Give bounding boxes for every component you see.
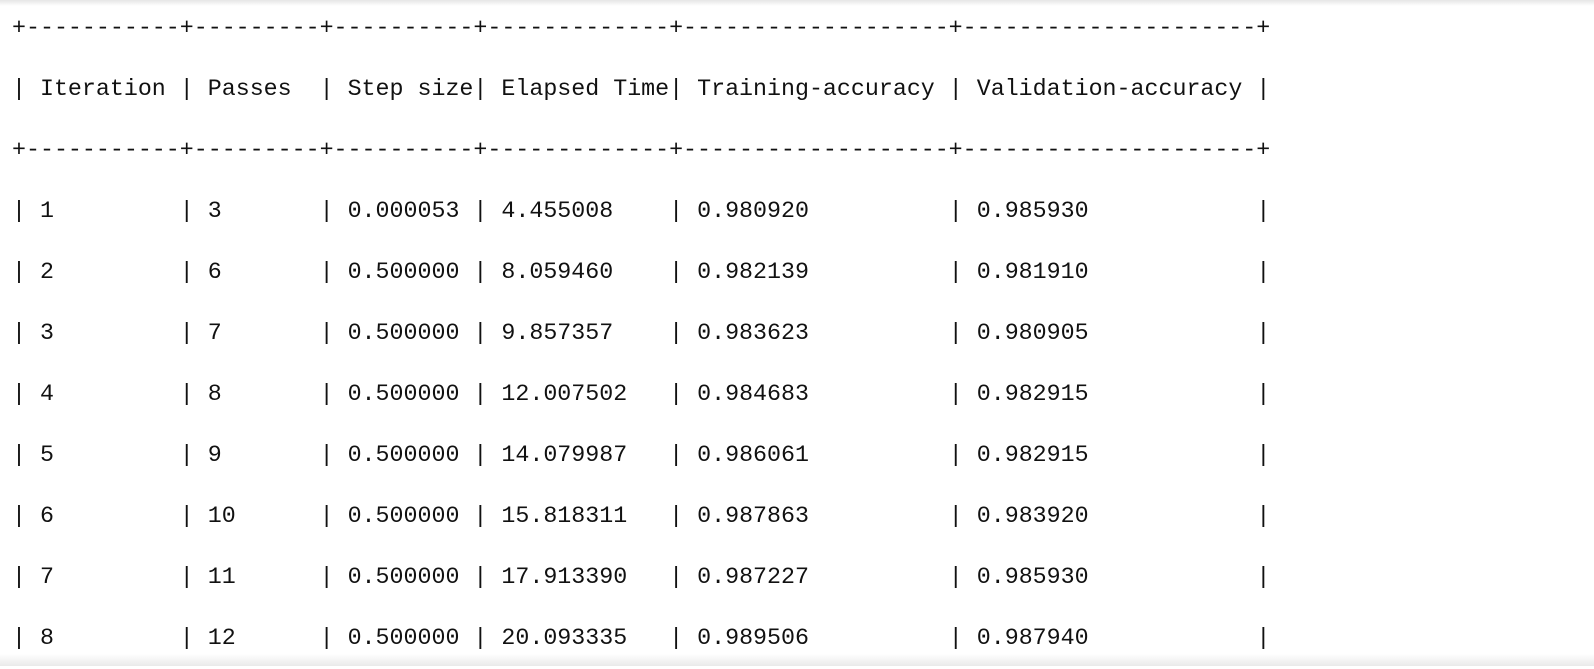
table-header-row-cell: Passes [207,76,292,102]
table-row-cell: 12 [207,625,236,651]
table-row: | 1 | 3 | 0.000053 | 4.455008 | 0.980920… [12,198,1271,224]
table-header-row-cell: Validation-accuracy [976,76,1243,102]
table-row: | 3 | 7 | 0.500000 | 9.857357 | 0.983623… [12,320,1271,346]
table-row-cell: 8 [207,381,222,407]
table-row: | 5 | 9 | 0.500000 | 14.079987 | 0.98606… [12,442,1271,468]
training-progress-table: +-----------+---------+----------+------… [12,0,1270,669]
table-row-cell: 6 [207,259,222,285]
table-row-cell: 9.857357 [501,320,614,346]
table-row-cell: 0.980905 [976,320,1089,346]
table-row-cell: 0.983920 [976,503,1089,529]
table-row-cell: 0.500000 [347,320,460,346]
table-row-cell: 7 [207,320,222,346]
table-header-row-cell: Iteration [39,76,166,102]
table-row-cell: 0.987227 [697,564,809,590]
table-header-row-cell: Training-accuracy [697,76,935,102]
table-row-cell: 0.500000 [347,442,460,468]
table-border: +-----------+---------+----------+------… [12,137,1271,163]
bottom-edge-shadow [0,654,1594,666]
table-row-cell: 5 [39,442,54,468]
table-row-cell: 0.500000 [347,564,460,590]
table-row-cell: 11 [207,564,236,590]
table-header-row: | Iteration | Passes | Step size| Elapse… [12,76,1271,102]
table-header-row-cell: Elapsed Time [501,76,670,102]
table-row-cell: 0.984683 [697,381,809,407]
table-row-cell: 4 [39,381,54,407]
table-row-cell: 17.913390 [501,564,628,590]
table-row-cell: 1 [39,198,54,224]
table-row-cell: 0.989506 [697,625,809,651]
table-row-cell: 0.500000 [347,625,460,651]
table-row-cell: 8.059460 [501,259,614,285]
table-row: | 7 | 11 | 0.500000 | 17.913390 | 0.9872… [12,564,1271,590]
table-row-cell: 12.007502 [501,381,628,407]
table-row: | 4 | 8 | 0.500000 | 12.007502 | 0.98468… [12,381,1271,407]
table-row-cell: 0.981910 [976,259,1089,285]
table-header-row-cell: Step size [347,76,474,102]
table-border: +-----------+---------+----------+------… [12,15,1271,41]
table-row-cell: 20.093335 [501,625,628,651]
table-row-cell: 0.980920 [697,198,809,224]
table-row: | 2 | 6 | 0.500000 | 8.059460 | 0.982139… [12,259,1271,285]
table-row-cell: 8 [39,625,54,651]
table-row-cell: 15.818311 [501,503,628,529]
table-row-cell: 0.987863 [697,503,809,529]
table-row-cell: 14.079987 [501,442,628,468]
table-row-cell: 0.000053 [347,198,460,224]
table-row-cell: 10 [207,503,236,529]
table-row-cell: 0.982915 [976,381,1089,407]
table-row-cell: 4.455008 [501,198,614,224]
table-row-cell: 7 [39,564,54,590]
table-row: | 6 | 10 | 0.500000 | 15.818311 | 0.9878… [12,503,1271,529]
table-row-cell: 0.987940 [976,625,1089,651]
table-row-cell: 6 [39,503,54,529]
table-row-cell: 0.983623 [697,320,809,346]
terminal-output: +-----------+---------+----------+------… [0,0,1594,666]
table-row-cell: 0.985930 [976,564,1089,590]
table-row-cell: 3 [207,198,222,224]
table-row-cell: 0.982915 [976,442,1089,468]
table-row-cell: 2 [39,259,54,285]
table-row-cell: 3 [39,320,54,346]
table-row-cell: 0.982139 [697,259,809,285]
table-row-cell: 0.986061 [697,442,809,468]
table-row-cell: 0.500000 [347,259,460,285]
table-row-cell: 9 [207,442,222,468]
table-row-cell: 0.985930 [976,198,1089,224]
table-row-cell: 0.500000 [347,503,460,529]
table-row-cell: 0.500000 [347,381,460,407]
